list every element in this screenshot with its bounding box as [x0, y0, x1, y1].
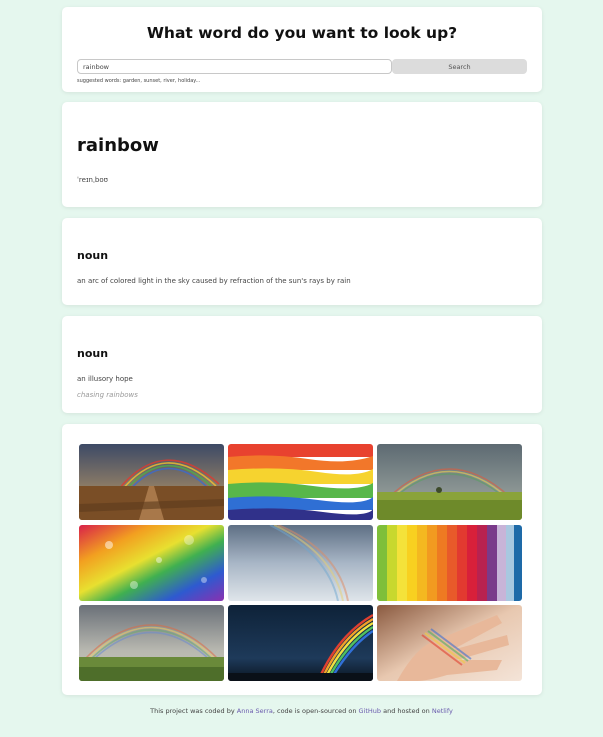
footer-hosted: and hosted on	[383, 707, 430, 715]
example-text: chasing rainbows	[77, 391, 138, 399]
word-title: rainbow	[77, 135, 159, 156]
search-button[interactable]: Search	[392, 59, 527, 74]
netlify-link[interactable]: Netlify	[432, 707, 453, 715]
search-card: What word do you want to look up? Search…	[62, 7, 542, 92]
photo-gallery	[62, 424, 542, 695]
rainbow-painted-stripes-photo[interactable]	[228, 444, 373, 520]
part-of-speech: noun	[77, 347, 109, 360]
word-card: rainbow ˈreɪnˌboʊ	[62, 102, 542, 207]
rainbow-night-sky-photo[interactable]	[228, 605, 373, 681]
suggested-words: suggested words: garden, sunset, river, …	[77, 78, 201, 84]
double-rainbow-meadow-photo[interactable]	[79, 605, 224, 681]
meaning-card: noun an arc of colored light in the sky …	[62, 218, 542, 305]
github-link[interactable]: GitHub	[359, 707, 382, 715]
rainbow-over-field-photo[interactable]	[377, 444, 522, 520]
part-of-speech: noun	[77, 249, 109, 262]
rainbow-over-boardwalk-photo[interactable]	[79, 444, 224, 520]
rainbow-on-hand-photo[interactable]	[377, 605, 522, 681]
footer-prefix: This project was coded by	[150, 707, 235, 715]
phonetic-text: ˈreɪnˌboʊ	[77, 176, 108, 184]
search-heading: What word do you want to look up?	[146, 24, 458, 42]
author-link[interactable]: Anna Serra	[237, 707, 273, 715]
search-input[interactable]	[77, 59, 392, 74]
footer-middle: , code is open-sourced on	[272, 707, 357, 715]
footer: This project was coded by Anna Serra, co…	[0, 707, 603, 715]
rainbow-paper-strips-photo[interactable]	[377, 525, 522, 601]
rainbow-glitter-photo[interactable]	[79, 525, 224, 601]
definition-text: an arc of colored light in the sky cause…	[77, 277, 351, 285]
definition-text: an illusory hope	[77, 375, 133, 383]
faint-rainbow-sky-photo[interactable]	[228, 525, 373, 601]
meaning-card: noun an illusory hope chasing rainbows	[62, 316, 542, 413]
